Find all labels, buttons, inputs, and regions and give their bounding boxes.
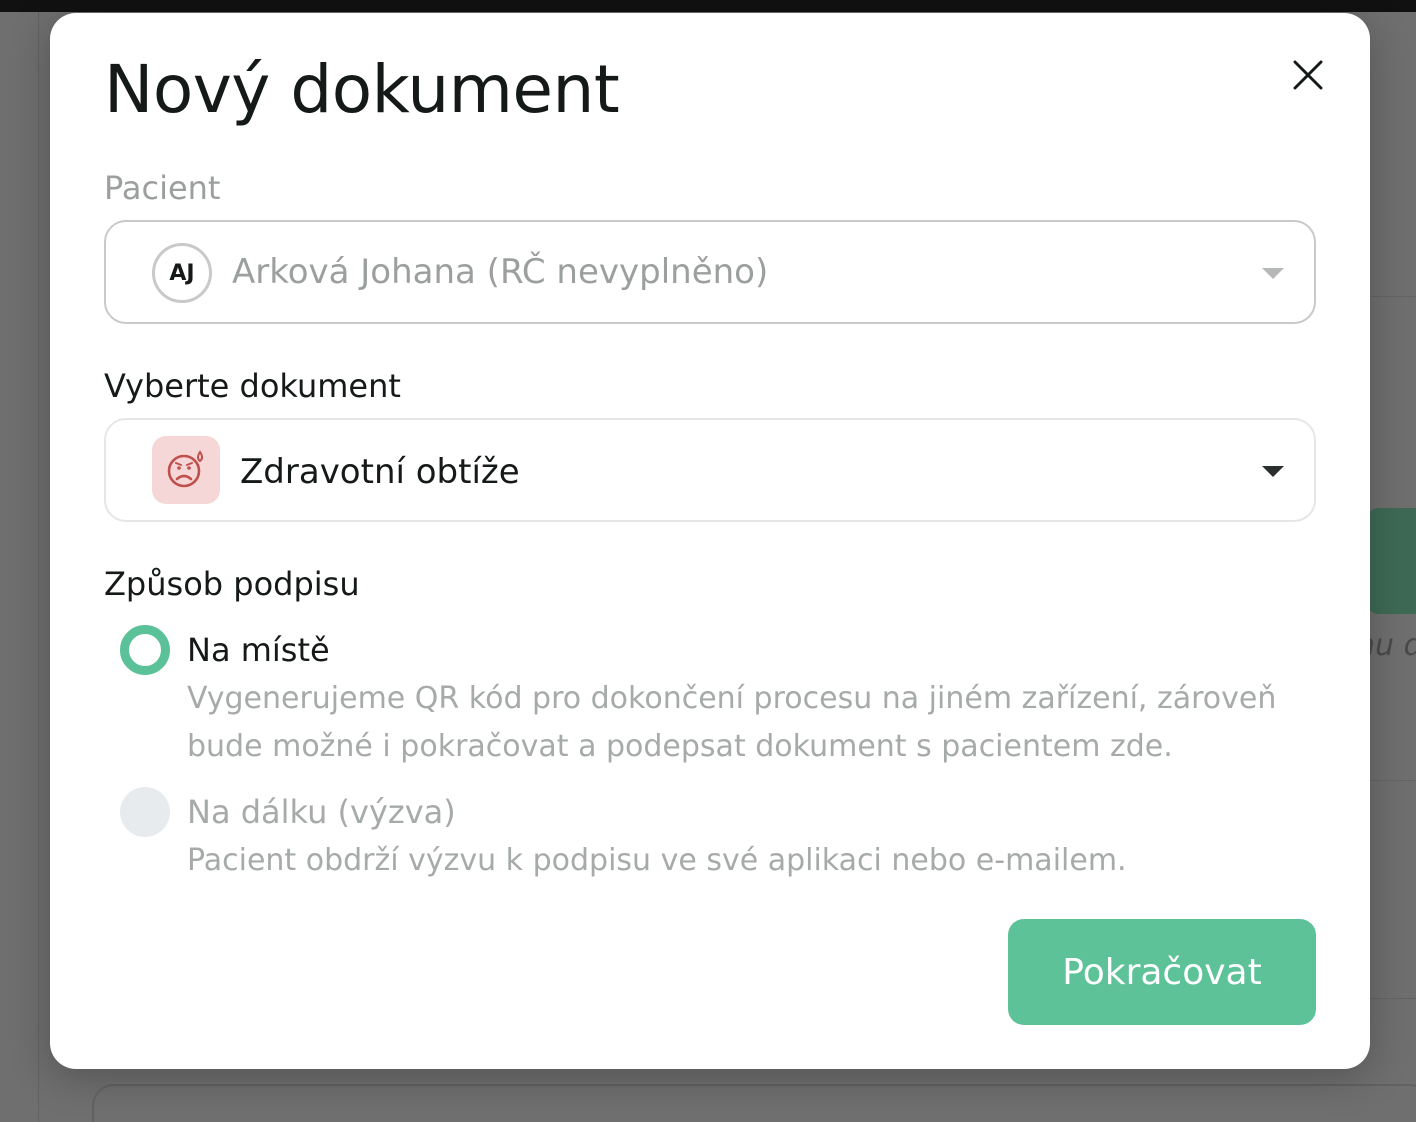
- modal-title: Nový dokument: [104, 51, 620, 128]
- background-action-button: [1368, 508, 1416, 614]
- background-sidebar-divider: [38, 12, 39, 1122]
- document-select-value: Zdravotní obtíže: [240, 452, 520, 492]
- document-label: Vyberte dokument: [104, 367, 401, 405]
- document-select[interactable]: Zdravotní obtíže: [104, 418, 1316, 522]
- chevron-down-icon: [1262, 268, 1284, 279]
- close-button[interactable]: [1290, 57, 1326, 93]
- patient-label: Pacient: [104, 169, 221, 207]
- window-top-bar: [0, 0, 1416, 12]
- chevron-down-icon: [1262, 466, 1284, 477]
- document-icon-badge: [152, 436, 220, 504]
- new-document-modal: Nový dokument Pacient AJ Arková Johana (…: [50, 13, 1370, 1069]
- signature-method-label: Způsob podpisu: [104, 565, 360, 603]
- continue-button[interactable]: Pokračovat: [1008, 919, 1316, 1025]
- sad-face-icon: [167, 450, 203, 488]
- option-remote-title[interactable]: Na dálku (výzva): [187, 793, 456, 831]
- radio-remote[interactable]: [120, 787, 170, 837]
- patient-select[interactable]: AJ Arková Johana (RČ nevyplněno): [104, 220, 1316, 324]
- option-remote-description: Pacient obdrží výzvu k podpisu ve své ap…: [187, 843, 1127, 878]
- patient-select-value: Arková Johana (RČ nevyplněno): [232, 252, 769, 292]
- avatar: AJ: [152, 243, 212, 303]
- radio-on-site[interactable]: [120, 625, 170, 675]
- close-icon: [1293, 60, 1323, 90]
- option-on-site-title[interactable]: Na místě: [187, 631, 330, 669]
- background-card: [92, 1084, 1416, 1122]
- option-on-site-description: Vygenerujeme QR kód pro dokončení proces…: [187, 681, 1277, 764]
